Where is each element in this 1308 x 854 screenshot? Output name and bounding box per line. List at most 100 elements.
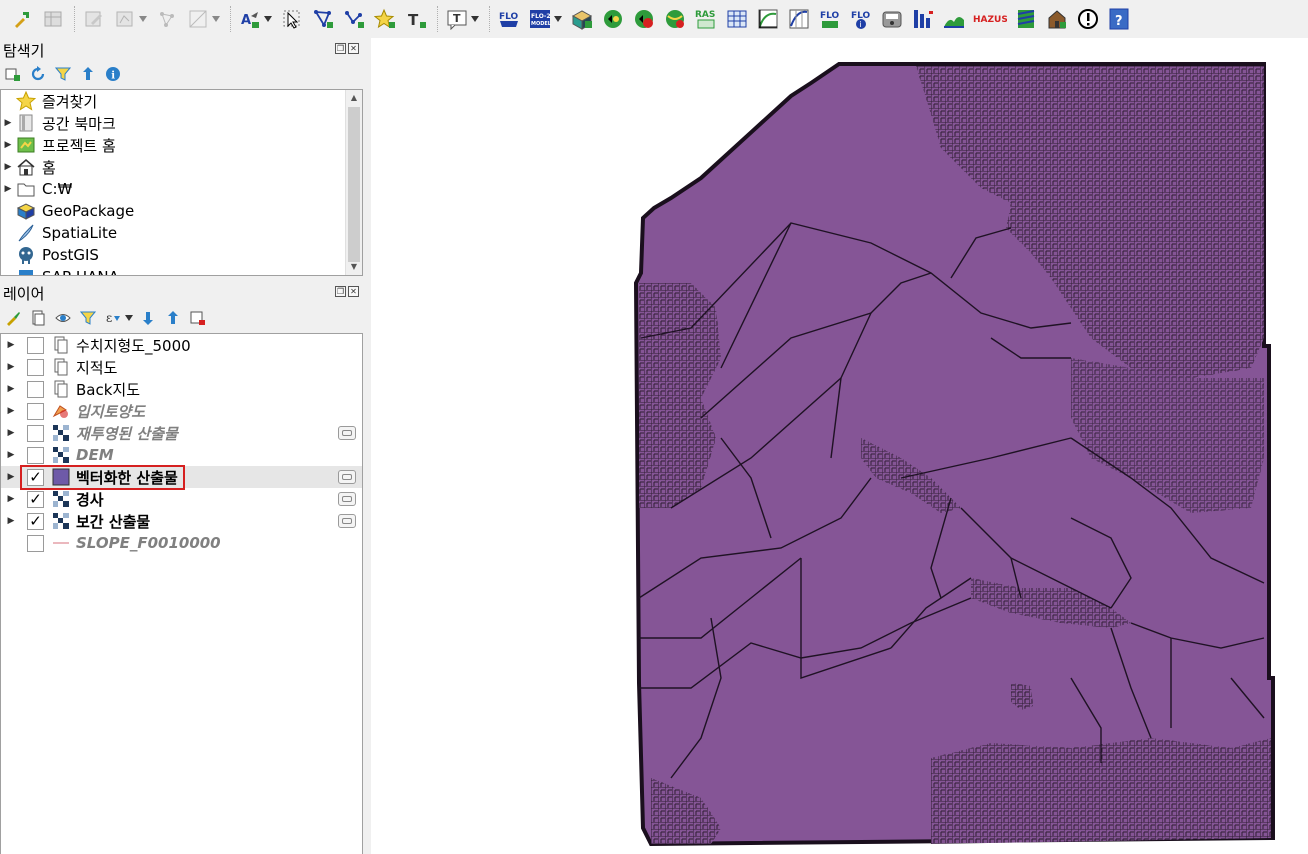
flo-run-icon[interactable]: FLO bbox=[818, 7, 842, 31]
hazus-icon[interactable]: HAZUS bbox=[973, 7, 1007, 31]
expand-arrow-icon[interactable]: ▶ bbox=[1, 184, 15, 194]
expand-arrow-icon[interactable]: ▶ bbox=[1, 362, 21, 372]
browser-scrollbar[interactable]: ▲ ▼ bbox=[345, 90, 362, 275]
expand-arrow-icon[interactable]: ▶ bbox=[1, 340, 21, 350]
info-icon[interactable]: i bbox=[104, 65, 122, 83]
dropdown-arrow-icon[interactable] bbox=[264, 7, 272, 31]
expand-all-icon[interactable] bbox=[139, 309, 157, 327]
identify-features-icon[interactable] bbox=[10, 7, 34, 31]
layer-style-icon[interactable] bbox=[4, 309, 22, 327]
expand-arrow-icon[interactable]: ▶ bbox=[1, 406, 21, 416]
add-line-icon[interactable] bbox=[342, 7, 366, 31]
collapse-all-icon[interactable] bbox=[79, 65, 97, 83]
vertex-tool-icon[interactable] bbox=[155, 7, 179, 31]
float-panel-button[interactable]: ❐ bbox=[335, 286, 346, 297]
layer-row[interactable]: ▶ Back지도 bbox=[1, 378, 362, 400]
layer-row[interactable]: ▶ 지적도 bbox=[1, 356, 362, 378]
layer-visibility-checkbox[interactable]: ✓ bbox=[27, 490, 44, 508]
warning-icon[interactable] bbox=[1076, 7, 1100, 31]
browser-item-spatialite[interactable]: SpatiaLite bbox=[1, 222, 346, 244]
flo2d-green-icon[interactable] bbox=[601, 7, 625, 31]
layer-row[interactable]: ▶ ✓ 보간 산출물 bbox=[1, 510, 362, 532]
add-group-icon[interactable] bbox=[29, 309, 47, 327]
dropdown-arrow-icon[interactable] bbox=[471, 7, 479, 31]
expand-arrow-icon[interactable]: ▶ bbox=[1, 428, 21, 438]
layer-row[interactable]: ▶ 재투영된 산출물 bbox=[1, 422, 362, 444]
scroll-down-icon[interactable]: ▼ bbox=[346, 259, 362, 275]
close-panel-button[interactable]: ✕ bbox=[348, 286, 359, 297]
browser-item-home[interactable]: ▶ 홈 bbox=[1, 156, 346, 178]
layer-indicator-icon[interactable] bbox=[338, 470, 356, 484]
layer-row[interactable]: ▶ 수치지형도_5000 bbox=[1, 334, 362, 356]
panel-splitter[interactable] bbox=[363, 38, 371, 854]
map-canvas[interactable] bbox=[371, 38, 1308, 854]
dropdown-arrow-icon[interactable] bbox=[139, 7, 147, 31]
building-icon[interactable] bbox=[1045, 7, 1069, 31]
digitize-advanced-icon[interactable] bbox=[186, 7, 210, 31]
profile-icon[interactable] bbox=[756, 7, 780, 31]
hydrograph-icon[interactable] bbox=[911, 7, 935, 31]
browser-item-drive-c[interactable]: ▶ C:₩ bbox=[1, 178, 346, 200]
browser-item-project-home[interactable]: ▶ 프로젝트 홈 bbox=[1, 134, 346, 156]
layer-visibility-checkbox[interactable] bbox=[27, 534, 44, 552]
flo2d-globe-icon[interactable] bbox=[663, 7, 687, 31]
browser-item-bookmarks[interactable]: ▶ 공간 북마크 bbox=[1, 112, 346, 134]
browser-item-favorites[interactable]: 즐겨찾기 bbox=[1, 90, 346, 112]
ras-icon[interactable]: RAS bbox=[694, 7, 718, 31]
layer-row[interactable]: ▶ ✓ 경사 bbox=[1, 488, 362, 510]
browser-item-geopackage[interactable]: GeoPackage bbox=[1, 200, 346, 222]
layer-indicator-icon[interactable] bbox=[338, 514, 356, 528]
filter-legend-icon[interactable] bbox=[79, 309, 97, 327]
scroll-thumb[interactable] bbox=[348, 107, 360, 262]
float-panel-button[interactable]: ❐ bbox=[335, 43, 346, 54]
flo2d-icon[interactable]: FLO bbox=[497, 7, 521, 31]
layer-row[interactable]: SLOPE_F0010000 bbox=[1, 532, 362, 554]
visibility-icon[interactable] bbox=[54, 309, 72, 327]
new-annotation-icon[interactable]: A bbox=[238, 7, 262, 31]
close-panel-button[interactable]: ✕ bbox=[348, 43, 359, 54]
add-polygon-icon[interactable] bbox=[311, 7, 335, 31]
layer-indicator-icon[interactable] bbox=[338, 426, 356, 440]
add-point-icon[interactable] bbox=[373, 7, 397, 31]
expand-arrow-icon[interactable]: ▶ bbox=[1, 118, 15, 128]
dropdown-arrow-icon[interactable] bbox=[125, 306, 133, 330]
layer-visibility-checkbox[interactable]: ✓ bbox=[27, 512, 44, 530]
text-annotation-icon[interactable]: T bbox=[445, 7, 469, 31]
layer-visibility-checkbox[interactable] bbox=[27, 446, 44, 464]
expand-arrow-icon[interactable]: ▶ bbox=[1, 384, 21, 394]
expand-arrow-icon[interactable]: ▶ bbox=[1, 472, 21, 482]
terrain-icon[interactable] bbox=[942, 7, 966, 31]
add-layer-icon[interactable] bbox=[4, 65, 22, 83]
dropdown-arrow-icon[interactable] bbox=[554, 7, 562, 31]
dropdown-arrow-icon[interactable] bbox=[212, 7, 220, 31]
expand-arrow-icon[interactable]: ▶ bbox=[1, 140, 15, 150]
layer-row[interactable]: ▶ DEM bbox=[1, 444, 362, 466]
remove-layer-icon[interactable] bbox=[189, 309, 207, 327]
expand-arrow-icon[interactable]: ▶ bbox=[1, 494, 21, 504]
collapse-all-icon[interactable] bbox=[164, 309, 182, 327]
attribute-table-icon[interactable] bbox=[41, 7, 65, 31]
grid-table-icon[interactable] bbox=[725, 7, 749, 31]
filter-expression-icon[interactable]: ε bbox=[104, 309, 122, 327]
layer-indicator-icon[interactable] bbox=[338, 492, 356, 506]
help-icon[interactable]: ? bbox=[1107, 7, 1131, 31]
cross-section-icon[interactable] bbox=[787, 7, 811, 31]
expand-arrow-icon[interactable]: ▶ bbox=[1, 516, 21, 526]
browser-item-postgis[interactable]: PostGIS bbox=[1, 244, 346, 266]
layer-visibility-checkbox[interactable] bbox=[27, 336, 44, 354]
flo2d-grid-icon[interactable] bbox=[570, 7, 594, 31]
toggle-editing-icon[interactable] bbox=[82, 7, 106, 31]
expand-arrow-icon[interactable]: ▶ bbox=[1, 162, 15, 172]
expand-arrow-icon[interactable]: ▶ bbox=[1, 450, 21, 460]
layer-visibility-checkbox[interactable] bbox=[27, 424, 44, 442]
flo-info-icon[interactable]: FLO i bbox=[849, 7, 873, 31]
browser-item-sap-hana[interactable]: SAP HANA bbox=[1, 266, 346, 275]
flo2d-red-icon[interactable] bbox=[632, 7, 656, 31]
add-text-icon[interactable]: T bbox=[404, 7, 428, 31]
layer-row[interactable]: ▶ 입지토양도 bbox=[1, 400, 362, 422]
refresh-icon[interactable] bbox=[29, 65, 47, 83]
layer-visibility-checkbox[interactable] bbox=[27, 380, 44, 398]
layer-visibility-checkbox[interactable] bbox=[27, 402, 44, 420]
flo-disk-icon[interactable] bbox=[880, 7, 904, 31]
flo2d-model-icon[interactable]: FLO-2DMODEL bbox=[528, 7, 552, 31]
